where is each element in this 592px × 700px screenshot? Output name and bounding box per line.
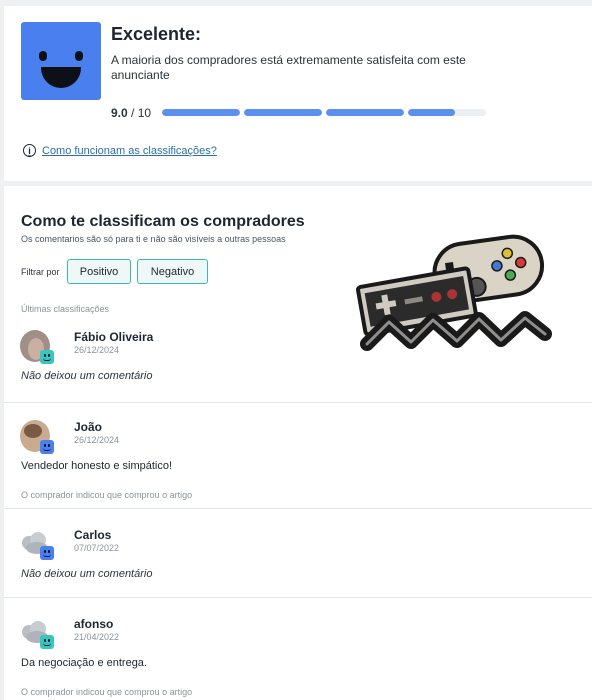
divider xyxy=(4,597,592,598)
filter-positive-button[interactable]: Positivo xyxy=(67,259,131,284)
review-comment: Da negociação e entrega. xyxy=(21,657,147,669)
divider xyxy=(4,402,592,403)
happy-badge-icon xyxy=(40,350,54,364)
recent-ratings-label: Últimas classificações xyxy=(21,304,110,314)
happy-badge-icon xyxy=(40,635,54,649)
score-progress-bar xyxy=(162,109,486,116)
avatar xyxy=(18,615,54,651)
avatar xyxy=(18,328,54,364)
score-segment xyxy=(326,109,404,116)
reviewer-name: Fábio Oliveira xyxy=(74,330,154,344)
avatar xyxy=(18,418,54,454)
reviewer-name: afonso xyxy=(74,617,114,631)
purchase-note: O comprador indicou que comprou o artigo xyxy=(21,687,193,697)
retro-spot-logo xyxy=(356,234,552,351)
review-comment: Não deixou um comentário xyxy=(21,370,153,382)
rating-description: A maioria dos compradores está extremame… xyxy=(111,53,466,82)
rating-title: Excelente: xyxy=(111,24,202,44)
reviewer-name: João xyxy=(74,420,103,434)
filter-label: Filtrar por xyxy=(21,267,60,277)
review-comment: Vendedor honesto e simpático! xyxy=(21,460,173,472)
score-segment xyxy=(162,109,240,116)
happy-face-icon xyxy=(21,22,101,100)
score-segment xyxy=(408,109,486,116)
review-date: 07/07/2022 xyxy=(74,543,120,553)
happy-badge-icon xyxy=(40,440,54,454)
avatar xyxy=(18,526,54,562)
score-segment xyxy=(244,109,322,116)
rating-score: 9.0 / 10 xyxy=(111,106,151,120)
purchase-note: O comprador indicou que comprou o artigo xyxy=(21,490,193,500)
reviews-title: Como te classificam os compradores xyxy=(21,213,305,230)
review-date: 26/12/2024 xyxy=(74,435,120,445)
how-ratings-work-link[interactable]: i Como funcionam as classificações? xyxy=(23,144,217,157)
reviewer-name: Carlos xyxy=(74,528,112,542)
rating-summary-card: Excelente: A maioria dos compradores est… xyxy=(4,6,592,181)
score-max: / 10 xyxy=(131,106,152,120)
review-date: 26/12/2024 xyxy=(74,345,120,355)
reviews-subtitle: Os comentarios são só para ti e não são … xyxy=(21,234,286,244)
how-ratings-work-label: Como funcionam as classificações? xyxy=(42,144,217,157)
divider xyxy=(4,508,592,509)
filter-negative-button[interactable]: Negativo xyxy=(137,259,208,284)
score-value: 9.0 xyxy=(111,106,128,120)
happy-badge-icon xyxy=(40,546,54,560)
reviews-card: Como te classificam os compradores Os co… xyxy=(4,186,592,700)
review-comment: Não deixou um comentário xyxy=(21,568,153,580)
review-date: 21/04/2022 xyxy=(74,632,120,642)
info-icon: i xyxy=(23,144,36,157)
